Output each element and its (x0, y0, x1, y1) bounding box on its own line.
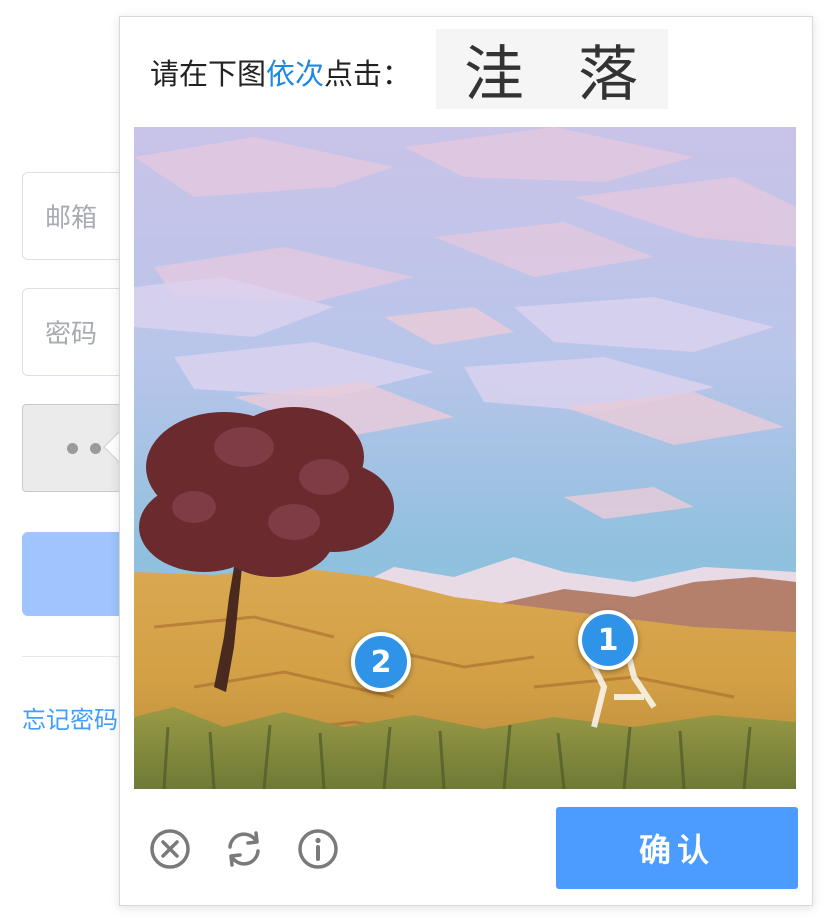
close-circle-icon[interactable] (148, 827, 192, 871)
prompt-prefix: 请在下图 (150, 57, 267, 91)
click-marker-2[interactable]: 2 (351, 632, 411, 692)
forgot-password-link[interactable]: 忘记密码 (22, 700, 118, 735)
info-icon[interactable] (296, 827, 340, 871)
email-placeholder: 邮箱 (45, 203, 98, 234)
captcha-image[interactable] (134, 127, 796, 789)
prompt-suffix: 点击： (324, 57, 412, 91)
refresh-icon[interactable] (222, 827, 266, 871)
captcha-prompt: 请在下图 依次 点击： (150, 51, 411, 93)
target-char-1: 洼 (464, 39, 526, 110)
prompt-highlight: 依次 (266, 57, 325, 91)
landscape-painting (134, 127, 796, 789)
confirm-button[interactable]: 确认 (556, 807, 798, 889)
password-placeholder: 密码 (45, 319, 98, 350)
page: 邮箱 密码 忘记密码 请在下图 依次 点击： 洼 落 1 2 确认 (0, 0, 826, 922)
captcha-popup: 请在下图 依次 点击： 洼 落 1 2 确认 (119, 16, 813, 906)
target-characters: 洼 落 (436, 29, 668, 110)
click-marker-1[interactable]: 1 (578, 610, 638, 670)
target-char-2: 落 (578, 39, 640, 110)
